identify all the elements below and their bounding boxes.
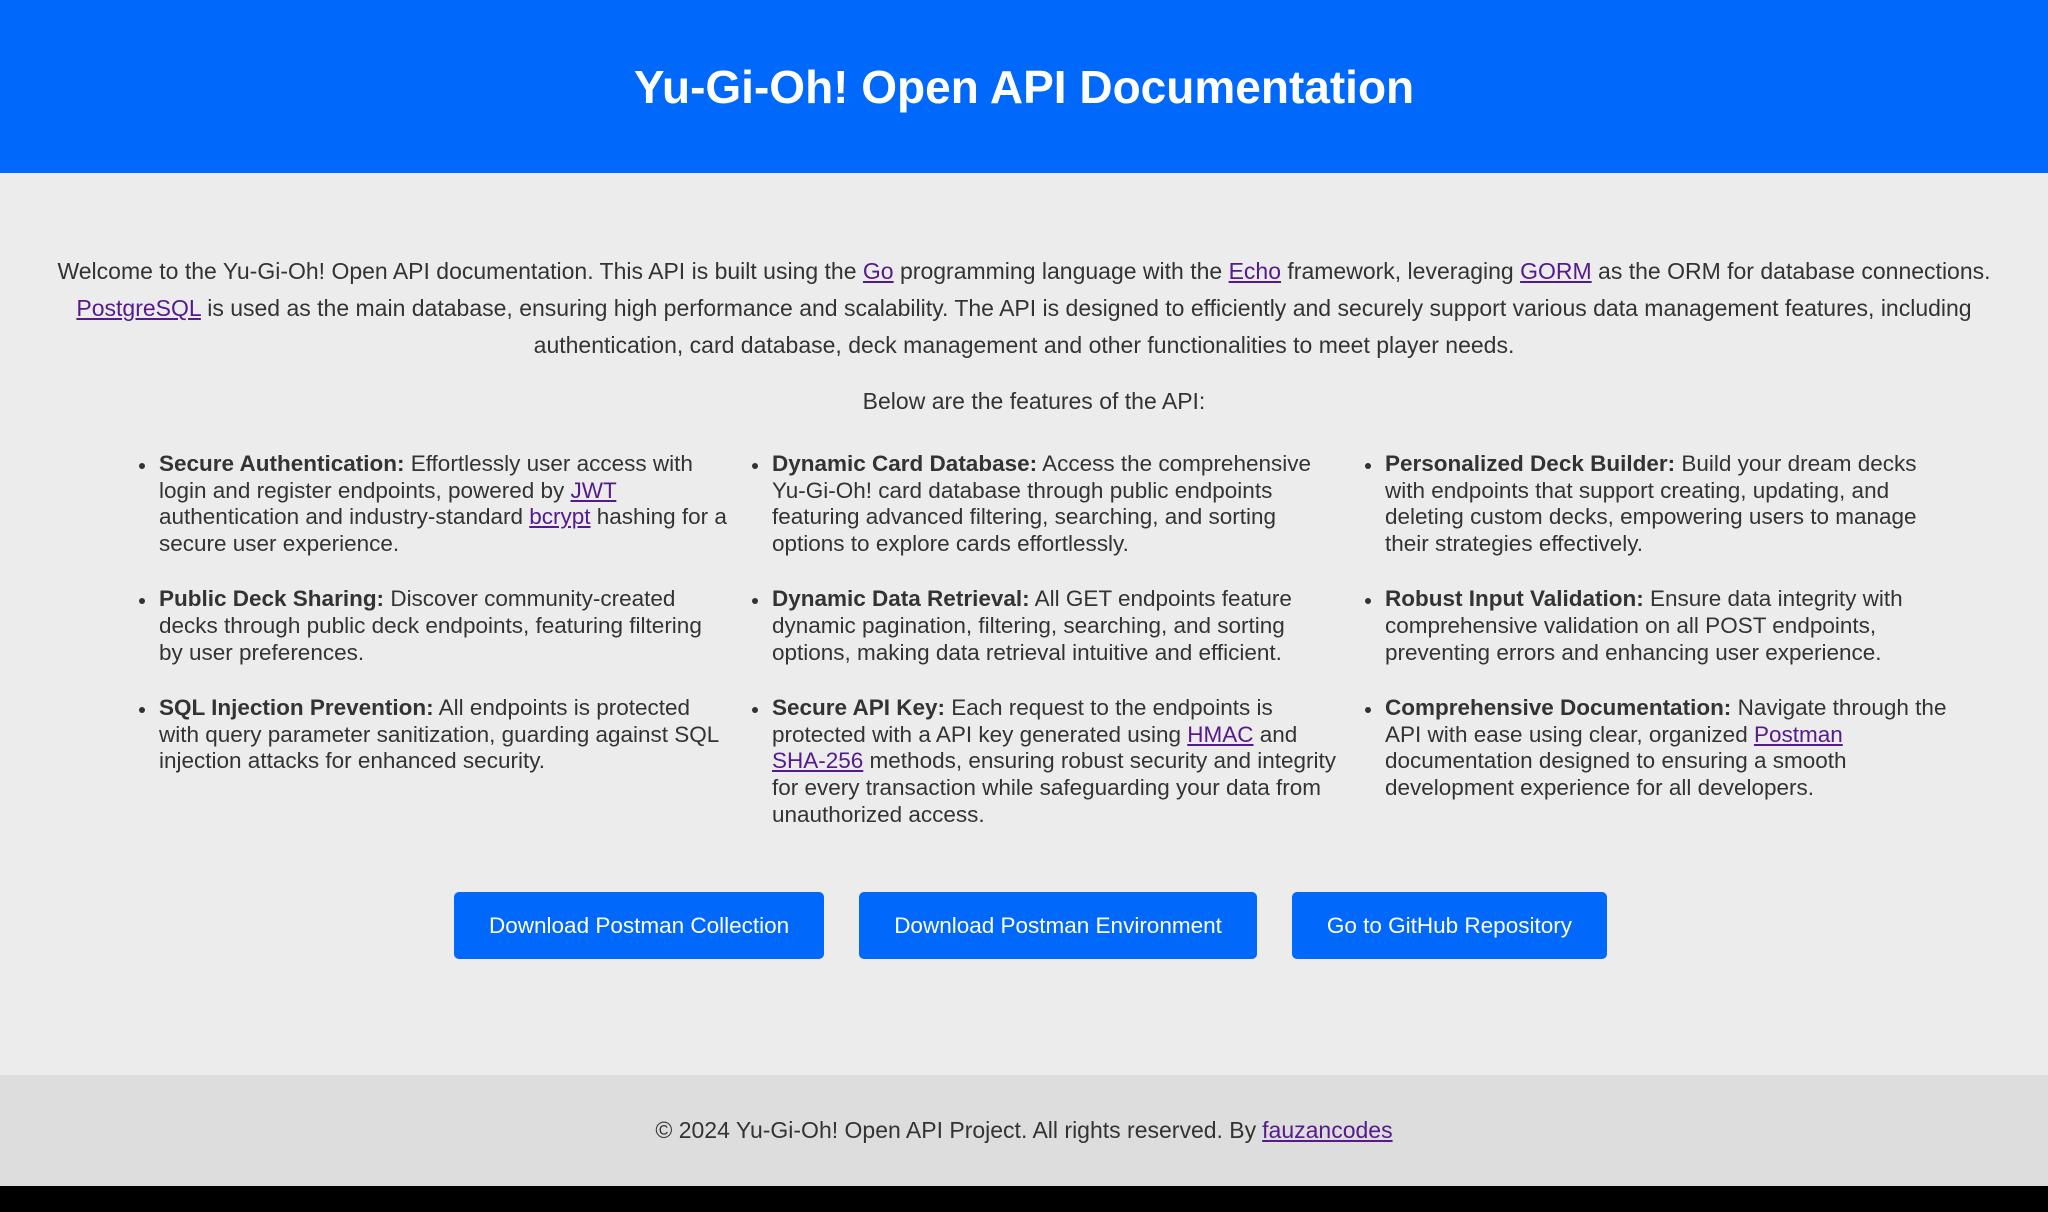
feature-item-robust-input-validation: Robust Input Validation: Ensure data int… xyxy=(1360,586,1953,666)
feature-title: SQL Injection Prevention: xyxy=(159,695,434,721)
feature-title: Secure Authentication: xyxy=(159,451,405,476)
jwt-link[interactable]: JWT xyxy=(571,478,617,503)
feature-text: and xyxy=(1253,721,1298,747)
feature-title: Secure API Key: xyxy=(772,695,945,721)
intro-text: programming language with the xyxy=(893,258,1229,284)
feature-item-comprehensive-documentation: Comprehensive Documentation: Navigate th… xyxy=(1360,695,1953,801)
feature-text: authentication and industry-standard xyxy=(159,504,530,530)
feature-item-secure-api-key: Secure API Key: Each request to the endp… xyxy=(747,695,1340,828)
download-postman-collection-button[interactable]: Download Postman Collection xyxy=(454,892,825,959)
intro-text: is used as the main database, ensuring h… xyxy=(200,295,1972,358)
feature-text: documentation designed to ensuring a smo… xyxy=(1385,748,1847,800)
feature-title: Robust Input Validation: xyxy=(1385,586,1644,612)
feature-title: Comprehensive Documentation: xyxy=(1385,695,1732,721)
page: Yu-Gi-Oh! Open API Documentation Welcome… xyxy=(0,0,2048,1186)
go-link[interactable]: Go xyxy=(863,258,894,284)
bcrypt-link[interactable]: bcrypt xyxy=(529,504,590,529)
postman-link[interactable]: Postman xyxy=(1754,722,1843,747)
echo-link[interactable]: Echo xyxy=(1229,258,1281,284)
button-row: Download Postman Collection Download Pos… xyxy=(0,892,2048,959)
sha-256-link[interactable]: SHA-256 xyxy=(772,748,863,773)
hmac-link[interactable]: HMAC xyxy=(1187,722,1253,747)
gorm-link[interactable]: GORM xyxy=(1520,258,1592,284)
main-content: Welcome to the Yu-Gi-Oh! Open API docume… xyxy=(0,173,2048,1075)
intro-text: as the ORM for database connections. xyxy=(1591,258,1991,284)
features-column-1: Secure Authentication: Effortlessly user… xyxy=(134,451,747,857)
feature-title: Dynamic Card Database: xyxy=(772,451,1038,476)
feature-title: Personalized Deck Builder: xyxy=(1385,451,1676,476)
features-grid: Secure Authentication: Effortlessly user… xyxy=(134,451,1973,857)
intro-text: framework, leveraging xyxy=(1281,258,1521,284)
postgresql-link[interactable]: PostgreSQL xyxy=(76,295,200,321)
feature-title: Dynamic Data Retrieval: xyxy=(772,586,1030,612)
features-column-2: Dynamic Card Database: Access the compre… xyxy=(747,451,1360,857)
fauzancodes-link[interactable]: fauzancodes xyxy=(1262,1117,1392,1144)
footer: © 2024 Yu-Gi-Oh! Open API Project. All r… xyxy=(0,1075,2048,1186)
header: Yu-Gi-Oh! Open API Documentation xyxy=(0,0,2048,173)
features-column-3: Personalized Deck Builder: Build your dr… xyxy=(1360,451,1973,857)
footer-copyright: © 2024 Yu-Gi-Oh! Open API Project. All r… xyxy=(655,1117,1257,1143)
feature-item-personalized-deck-builder: Personalized Deck Builder: Build your dr… xyxy=(1360,451,1953,557)
page-title: Yu-Gi-Oh! Open API Documentation xyxy=(633,60,1415,113)
github-repository-button[interactable]: Go to GitHub Repository xyxy=(1291,892,1607,959)
feature-title: Public Deck Sharing: xyxy=(159,586,385,612)
feature-item-dynamic-card-database: Dynamic Card Database: Access the compre… xyxy=(747,451,1340,557)
feature-item-dynamic-data-retrieval: Dynamic Data Retrieval: All GET endpoint… xyxy=(747,586,1340,666)
download-postman-environment-button[interactable]: Download Postman Environment xyxy=(859,892,1257,959)
feature-item-sql-injection-prevention: SQL Injection Prevention: All endpoints … xyxy=(134,695,727,775)
feature-item-public-deck-sharing: Public Deck Sharing: Discover community-… xyxy=(134,586,727,666)
features-heading: Below are the features of the API: xyxy=(862,388,1206,414)
intro-text: Welcome to the Yu-Gi-Oh! Open API docume… xyxy=(57,258,863,284)
intro-paragraph: Welcome to the Yu-Gi-Oh! Open API docume… xyxy=(50,253,1998,364)
feature-item-secure-authentication: Secure Authentication: Effortlessly user… xyxy=(134,451,727,557)
